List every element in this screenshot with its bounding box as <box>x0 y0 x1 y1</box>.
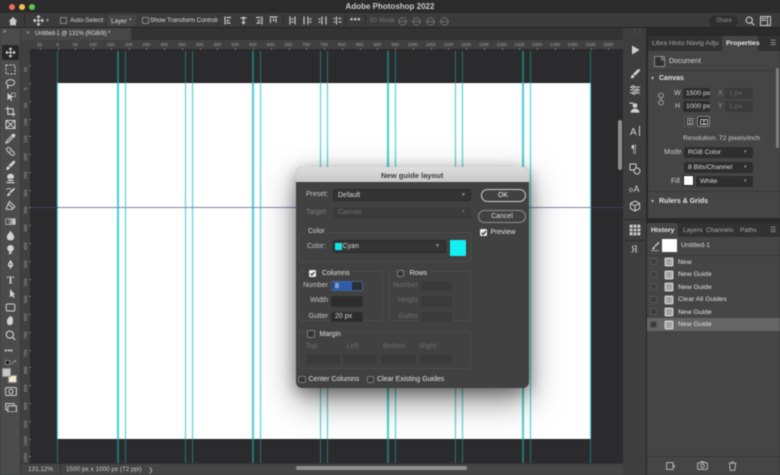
svg-text:T: T <box>7 274 15 285</box>
svg-text:Я: Я <box>631 245 638 255</box>
svg-text:A: A <box>630 127 637 137</box>
svg-text:o: o <box>629 187 633 193</box>
svg-text:¶: ¶ <box>631 144 637 155</box>
svg-text:A: A <box>634 184 640 193</box>
